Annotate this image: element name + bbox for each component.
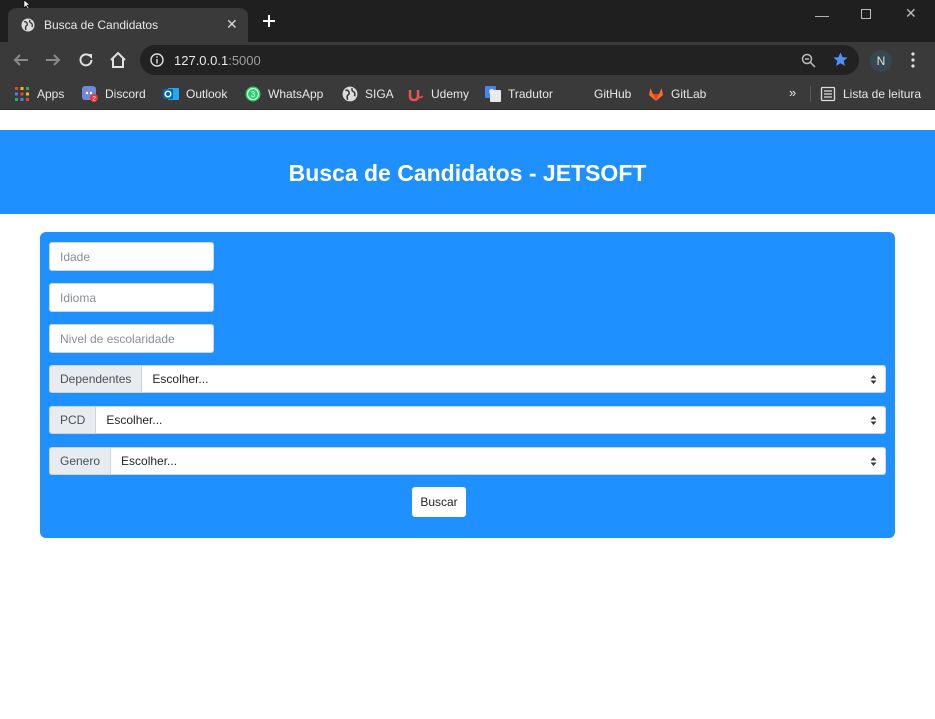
reading-list[interactable]: Lista de leitura (820, 85, 921, 103)
bookmark-siga[interactable]: SIGA (342, 85, 394, 103)
bookmark-discord[interactable]: 2 Discord (82, 85, 146, 103)
bookmarks-bar: Apps 2 Discord Outlook 3 WhatsApp SIGA U… (0, 78, 935, 110)
buscar-button[interactable]: Buscar (412, 487, 466, 517)
bookmark-label: SIGA (365, 87, 394, 101)
browser-titlebar: Busca de Candidatos ✕ — ✕ (0, 0, 935, 42)
reload-icon[interactable] (77, 51, 95, 69)
pcd-group: PCD Escolher... (49, 406, 886, 434)
more-menu-icon[interactable] (910, 52, 916, 68)
url-text[interactable]: 127.0.0.1:5000 (174, 53, 261, 68)
zoom-icon[interactable] (801, 53, 816, 68)
more-bookmarks-chevron-icon[interactable]: » (789, 85, 796, 100)
browser-tab[interactable]: Busca de Candidatos ✕ (8, 8, 248, 42)
bookmark-apps[interactable]: Apps (14, 85, 64, 103)
bookmark-label: Discord (105, 87, 146, 101)
page-header: Busca de Candidatos - JETSOFT (0, 130, 935, 214)
github-icon (571, 86, 587, 102)
minimize-icon[interactable]: — (815, 7, 829, 23)
udemy-icon (408, 90, 424, 102)
page-title: Busca de Candidatos - JETSOFT (288, 160, 647, 186)
select-arrows-icon (870, 457, 877, 466)
back-arrow-icon[interactable] (12, 51, 30, 69)
pcd-selected-value: Escolher... (106, 413, 163, 427)
close-tab-icon[interactable]: ✕ (226, 16, 238, 33)
bookmark-label: Tradutor (508, 87, 553, 101)
svg-text:G: G (489, 89, 495, 96)
bookmark-whatsapp[interactable]: 3 WhatsApp (245, 85, 323, 103)
discord-icon: 2 (82, 86, 98, 102)
reading-list-label: Lista de leitura (843, 87, 922, 101)
dependentes-group: Dependentes Escolher... (49, 365, 886, 393)
bookmark-star-icon[interactable] (832, 51, 849, 68)
bookmarks-divider (810, 86, 811, 102)
close-window-icon[interactable]: ✕ (905, 5, 917, 22)
select-arrows-icon (870, 416, 877, 425)
bookmark-label: Outlook (186, 87, 228, 101)
bookmark-label: WhatsApp (268, 87, 324, 101)
pcd-select[interactable]: Escolher... (95, 406, 886, 434)
address-bar[interactable]: 127.0.0.1:5000 (140, 45, 859, 75)
translate-icon: G (485, 86, 501, 102)
apps-grid-icon (15, 87, 29, 101)
bookmark-outlook[interactable]: Outlook (163, 85, 227, 103)
genero-selected-value: Escolher... (121, 454, 178, 468)
bookmark-github[interactable]: GitHub (571, 85, 631, 103)
genero-group: Genero Escolher... (49, 447, 886, 475)
globe-icon (342, 86, 358, 102)
outlook-icon (163, 88, 179, 100)
maximize-icon[interactable] (861, 9, 871, 19)
reading-list-icon (820, 86, 836, 102)
dependentes-selected-value: Escolher... (152, 372, 209, 386)
bookmark-label: GitLab (671, 87, 707, 101)
dependentes-label: Dependentes (49, 365, 142, 393)
bookmark-udemy[interactable]: Udemy (408, 85, 469, 103)
page-content: Busca de Candidatos - JETSOFT Dependente… (0, 111, 935, 719)
dependentes-select[interactable]: Escolher... (141, 365, 886, 393)
search-form: Dependentes Escolher... PCD Escolher... … (40, 232, 895, 538)
forward-arrow-icon[interactable] (44, 51, 62, 69)
discord-badge: 2 (92, 96, 96, 102)
whatsapp-badge: 3 (251, 90, 256, 99)
bookmark-label: Udemy (431, 87, 470, 101)
home-icon[interactable] (109, 51, 127, 69)
bookmark-label: GitHub (594, 87, 632, 101)
globe-icon (21, 18, 35, 32)
escolaridade-input[interactable] (49, 324, 214, 353)
info-icon[interactable] (150, 53, 164, 67)
pcd-label: PCD (49, 406, 96, 434)
gitlab-icon (649, 88, 663, 101)
idade-input[interactable] (49, 242, 214, 271)
genero-select[interactable]: Escolher... (110, 447, 886, 475)
tab-title: Busca de Candidatos (44, 18, 159, 32)
bookmark-label: Apps (37, 87, 65, 101)
new-tab-icon[interactable] (261, 13, 277, 29)
bookmark-tradutor[interactable]: G Tradutor (485, 85, 553, 103)
select-arrows-icon (870, 375, 877, 384)
whatsapp-icon: 3 (245, 86, 261, 102)
idioma-input[interactable] (49, 283, 214, 312)
browser-toolbar: 127.0.0.1:5000 N (0, 42, 935, 78)
bookmark-gitlab[interactable]: GitLab (648, 85, 706, 103)
genero-label: Genero (49, 447, 111, 475)
profile-avatar[interactable]: N (870, 50, 892, 72)
